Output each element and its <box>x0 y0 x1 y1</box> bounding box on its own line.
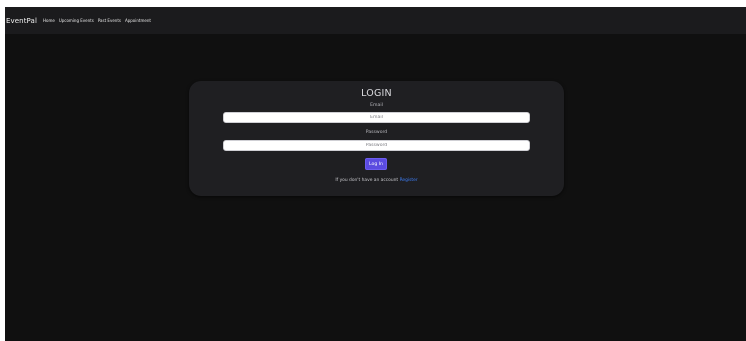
login-button[interactable]: Log In <box>365 158 387 170</box>
register-prompt-text: If you don't have an account <box>335 178 399 183</box>
password-input[interactable] <box>223 140 530 151</box>
navbar: EventPal Home Upcoming Events Past Event… <box>5 7 746 34</box>
password-label: Password <box>365 130 388 135</box>
email-input[interactable] <box>223 112 530 123</box>
app-viewport: EventPal Home Upcoming Events Past Event… <box>5 7 746 341</box>
register-link[interactable]: Register <box>400 178 418 183</box>
nav-link-upcoming-events[interactable]: Upcoming Events <box>59 18 94 23</box>
login-card: LOGIN Email Password Log In If you don't… <box>189 81 564 196</box>
brand-logo[interactable]: EventPal <box>6 17 37 25</box>
email-label: Email <box>370 103 383 108</box>
nav-link-past-events[interactable]: Past Events <box>98 18 121 23</box>
register-prompt: If you don't have an account Register <box>189 178 564 183</box>
nav-link-home[interactable]: Home <box>43 18 55 23</box>
nav-link-appointment[interactable]: Appointment <box>125 18 151 23</box>
login-title: LOGIN <box>361 88 392 99</box>
